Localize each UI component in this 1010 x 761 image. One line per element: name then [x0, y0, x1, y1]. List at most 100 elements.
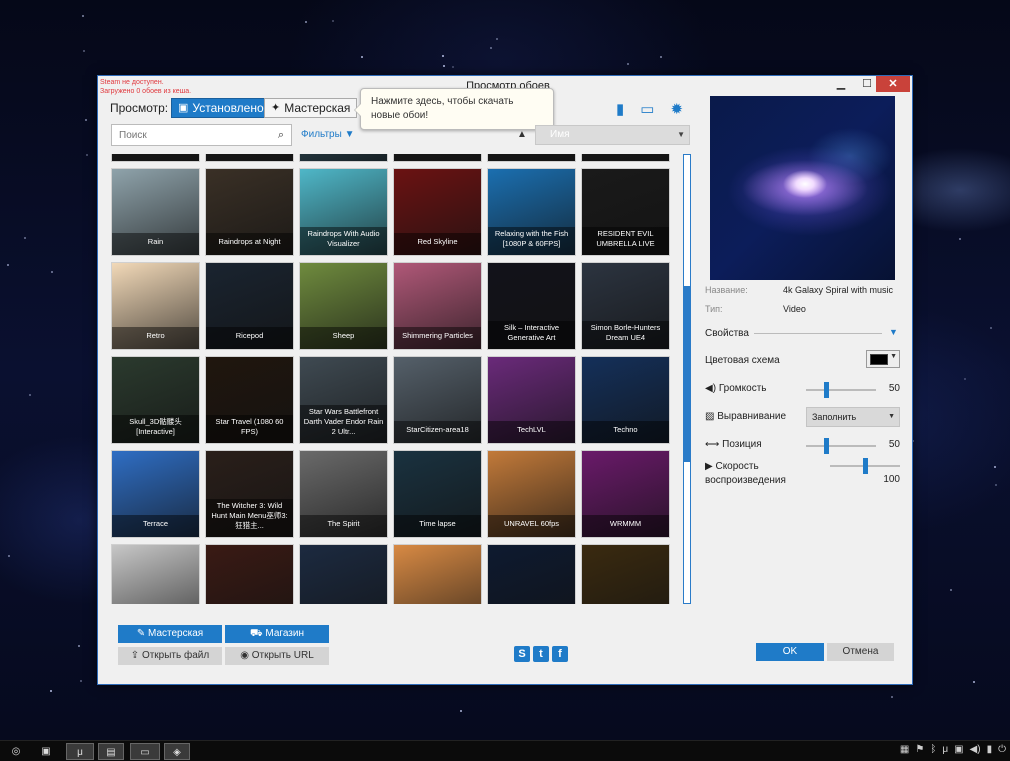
- app-icon[interactable]: ▣: [36, 743, 56, 760]
- shop-button[interactable]: ⛟ Магазин: [225, 625, 329, 643]
- minimize-button[interactable]: ▁: [828, 76, 854, 92]
- wallpaper-thumbnail[interactable]: The Witcher 3: Wild Hunt Main Menu巫师3:狂猎…: [205, 450, 294, 538]
- search-icon[interactable]: ⌕: [271, 129, 291, 142]
- wallpaper-thumbnail[interactable]: Techno: [581, 356, 670, 444]
- wallpaper-thumbnail[interactable]: [487, 154, 576, 162]
- star: [332, 20, 334, 22]
- wallpaper-thumbnail[interactable]: StarCitizen-area18: [393, 356, 482, 444]
- steam-icon[interactable]: S: [514, 646, 530, 662]
- volume-slider-knob[interactable]: [824, 382, 829, 398]
- wallpaper-thumbnail[interactable]: Shimmering Particles: [393, 262, 482, 350]
- wallpaper-thumbnail[interactable]: The Spirit: [299, 450, 388, 538]
- wallpaper-thumbnail[interactable]: Raindrops at Night: [205, 168, 294, 256]
- twitter-icon[interactable]: t: [533, 646, 549, 662]
- sort-dropdown[interactable]: Имя ▼: [535, 125, 690, 145]
- workshop-button[interactable]: ✎ Мастерская: [118, 625, 222, 643]
- position-slider[interactable]: [806, 438, 876, 454]
- open-file-button[interactable]: ⇪ Открыть файл: [118, 647, 222, 665]
- position-slider-knob[interactable]: [824, 438, 829, 454]
- wallpaper-thumbnail[interactable]: Time lapse: [393, 450, 482, 538]
- wallpaper-thumbnail[interactable]: [299, 544, 388, 604]
- monitor-icon[interactable]: ▭: [640, 100, 654, 118]
- properties-section-label: Свойства: [705, 328, 749, 339]
- open-url-button[interactable]: ◉ Открыть URL: [225, 647, 329, 665]
- collapse-caret-icon[interactable]: ▼: [889, 327, 898, 337]
- gear-icon[interactable]: ✹: [670, 100, 683, 118]
- wallpaper-thumbnail[interactable]: Skull_3D骷髅头 [Interactive]: [111, 356, 200, 444]
- wallpaper-thumbnail[interactable]: TechLVL: [487, 356, 576, 444]
- search-input[interactable]: [112, 129, 271, 141]
- wallpaper-thumbnail[interactable]: Retro: [111, 262, 200, 350]
- wallpaper-thumbnail[interactable]: [487, 544, 576, 604]
- wallpaper-thumbnail[interactable]: Ricepod: [205, 262, 294, 350]
- wallpaper-thumbnail[interactable]: [205, 154, 294, 162]
- filters-button[interactable]: Фильтры ▼: [301, 129, 354, 140]
- wallpaper-thumbnail[interactable]: Star Travel (1080 60 FPS): [205, 356, 294, 444]
- wallpaper-thumbnail[interactable]: Simon Borle-Hunters Dream UE4: [581, 262, 670, 350]
- wallpaper-grid: Rain Rain Raindrops at Night Raindrops With…: [111, 154, 673, 604]
- utorrent-icon[interactable]: μ: [66, 743, 94, 760]
- star: [452, 66, 454, 68]
- chrome-icon[interactable]: ◎: [6, 743, 26, 760]
- facebook-icon[interactable]: f: [552, 646, 568, 662]
- social-links: S t f: [514, 646, 568, 662]
- scrollbar-thumb[interactable]: [684, 286, 690, 462]
- color-scheme-picker[interactable]: ▼: [866, 350, 900, 368]
- speed-slider[interactable]: [830, 458, 900, 474]
- tab-installed[interactable]: ▣ Установлено: [171, 98, 271, 118]
- wallpaper-thumbnail[interactable]: UNRAVEL 60fps: [487, 450, 576, 538]
- wallpaper-title: Relaxing with the Fish [1080P & 60FPS]: [488, 227, 575, 255]
- wallpaper-thumbnail[interactable]: [581, 154, 670, 162]
- volume-icon[interactable]: ◀): [970, 744, 981, 755]
- wallpaper-thumbnail[interactable]: RESIDENT EVIL UMBRELLA LIVE: [581, 168, 670, 256]
- taskbar: ◎ ▣ μ ▤ ▭ ◈ ▦ ⚑ ᛒ μ ▣ ◀) ▮ ⏻: [0, 740, 1010, 761]
- wallpaper-thumbnail[interactable]: [205, 544, 294, 604]
- close-button[interactable]: ✕: [876, 76, 910, 92]
- workshop-button-label: Мастерская: [148, 628, 204, 639]
- wallpaper-thumbnail[interactable]: Red Skyline: [393, 168, 482, 256]
- wallpaper-thumbnail[interactable]: WRMMM: [581, 450, 670, 538]
- file-icon[interactable]: ▮: [616, 100, 624, 118]
- flag-icon[interactable]: ⚑: [915, 744, 924, 755]
- wallpaper-thumbnail[interactable]: [111, 154, 200, 162]
- wallpaper-thumbnail[interactable]: [111, 544, 200, 604]
- nvidia-icon[interactable]: ◈: [164, 743, 190, 760]
- network-icon[interactable]: ▦: [900, 744, 909, 755]
- wallpaper-thumbnail[interactable]: [393, 154, 482, 162]
- wallpaper-thumbnail[interactable]: Silk – Interactive Generative Art: [487, 262, 576, 350]
- tab-workshop[interactable]: ✦ Мастерская: [264, 98, 358, 118]
- grid-scrollbar[interactable]: [683, 154, 691, 604]
- wallpaper-thumbnail[interactable]: Rain: [299, 154, 388, 162]
- section-divider: [754, 333, 882, 334]
- explorer-icon[interactable]: ▤: [98, 743, 124, 760]
- sort-direction-button[interactable]: ▲: [517, 129, 527, 140]
- wallpaper-thumbnail[interactable]: Star Wars Battlefront Darth Vader Endor …: [299, 356, 388, 444]
- wallpaper-title: Star Travel (1080 60 FPS): [206, 415, 293, 443]
- wallpaper-thumbnail[interactable]: Sheep: [299, 262, 388, 350]
- speed-slider-knob[interactable]: [863, 458, 868, 474]
- bluetooth-icon[interactable]: ᛒ: [930, 744, 936, 755]
- cancel-button[interactable]: Отмена: [827, 643, 894, 661]
- type-value-row: Video: [783, 304, 806, 314]
- wallpaper-thumbnail[interactable]: Relaxing with the Fish [1080P & 60FPS]: [487, 168, 576, 256]
- wallpaper-thumbnail[interactable]: Raindrops With Audio Visualizer: [299, 168, 388, 256]
- volume-slider[interactable]: [806, 382, 876, 398]
- save-icon: ▣: [178, 102, 189, 114]
- wallpaper-title: StarCitizen-area18: [394, 421, 481, 443]
- utorrent-tray-icon[interactable]: μ: [942, 744, 948, 755]
- wallpaper-thumbnail[interactable]: [393, 544, 482, 604]
- battery-icon[interactable]: ▮: [987, 744, 993, 755]
- power-icon[interactable]: ⏻: [998, 744, 1006, 755]
- alignment-dropdown[interactable]: Заполнить ▼: [806, 407, 900, 427]
- wallpaper-engine-icon[interactable]: ▭: [130, 743, 160, 760]
- star: [490, 47, 492, 49]
- wallpaper-title: Raindrops With Audio Visualizer: [300, 227, 387, 255]
- wallpaper-thumbnail[interactable]: Rain: [111, 168, 200, 256]
- wallpaper-title: Skull_3D骷髅头 [Interactive]: [112, 415, 199, 443]
- wallpaper-thumbnail[interactable]: [581, 544, 670, 604]
- ok-button[interactable]: OK: [756, 643, 824, 661]
- app-tray-icon[interactable]: ▣: [954, 744, 963, 755]
- search-box[interactable]: ⌕: [111, 124, 292, 146]
- wallpaper-title: Ricepod: [206, 327, 293, 349]
- wallpaper-thumbnail[interactable]: Terrace: [111, 450, 200, 538]
